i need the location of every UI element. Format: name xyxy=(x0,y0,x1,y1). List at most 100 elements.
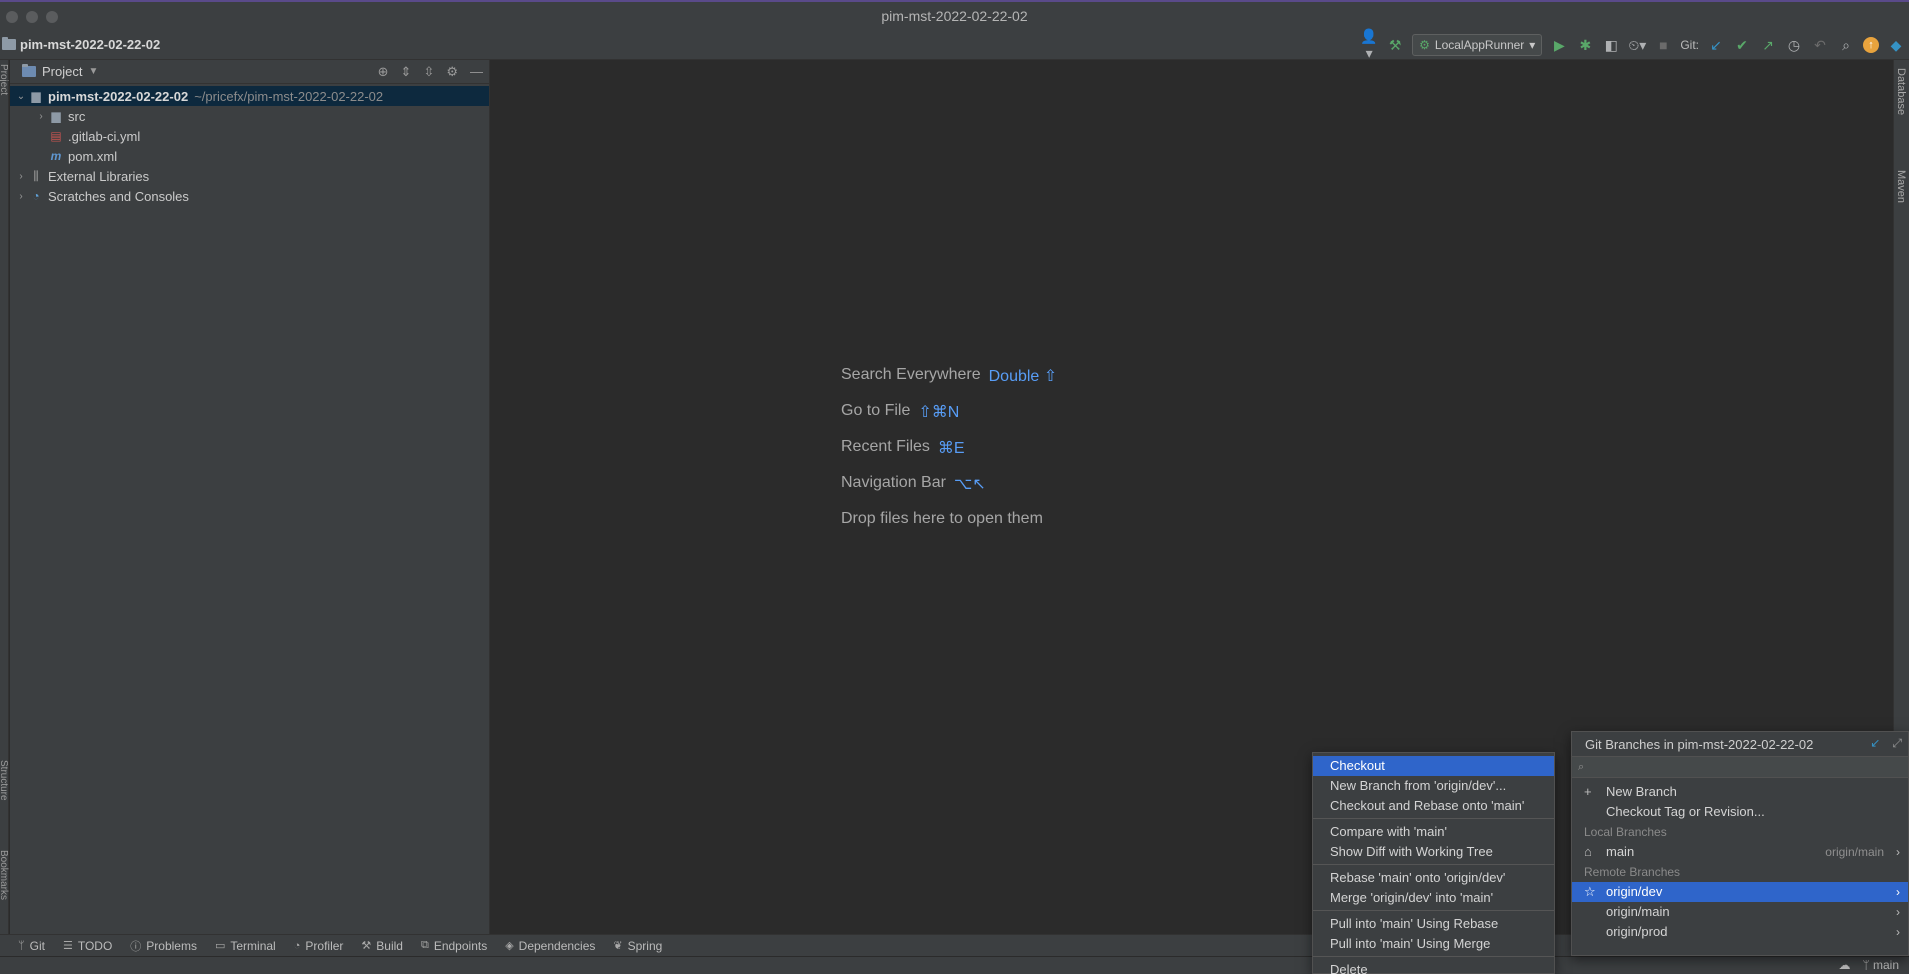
project-panel-header: Project ▼ ⊕ ⇕ ⇳ ⚙ — xyxy=(10,60,489,84)
git-rollback-icon[interactable]: ↶ xyxy=(1811,37,1829,54)
ide-logo-icon[interactable]: ◆ xyxy=(1887,37,1905,54)
chevron-right-icon[interactable]: › xyxy=(14,191,28,202)
plus-icon: + xyxy=(1584,784,1592,799)
updates-icon[interactable]: ↑ xyxy=(1863,37,1879,53)
bookmarks-tool-tab[interactable]: Bookmarks xyxy=(0,850,9,900)
terminal-icon: ▭ xyxy=(214,940,226,952)
list-icon: ☰ xyxy=(62,940,73,952)
hint-recent-files: Recent Files ⌘E xyxy=(841,438,965,457)
menu-rebase[interactable]: Rebase 'main' onto 'origin/dev' xyxy=(1313,868,1554,888)
debug-icon[interactable]: ✱ xyxy=(1576,37,1594,54)
tag-icon: ⌂ xyxy=(1584,844,1592,859)
stop-icon[interactable]: ■ xyxy=(1654,37,1672,53)
hide-icon[interactable]: — xyxy=(470,64,483,80)
git-history-icon[interactable]: ◷ xyxy=(1785,37,1803,54)
menu-delete[interactable]: Delete xyxy=(1313,960,1554,974)
tool-tab-profiler[interactable]: ◔ Profiler xyxy=(294,939,344,953)
remote-branch-origin-prod[interactable]: origin/prod › xyxy=(1572,922,1908,942)
remote-branches-header: Remote Branches xyxy=(1584,865,1681,879)
maven-tool-tab[interactable]: Maven xyxy=(1895,170,1907,203)
tool-tab-git[interactable]: ᛘ Git xyxy=(18,939,45,953)
minimize-window-button[interactable] xyxy=(26,11,38,23)
tool-tab-todo[interactable]: ☰ TODO xyxy=(63,939,112,953)
zoom-window-button[interactable] xyxy=(46,11,58,23)
menu-checkout[interactable]: Checkout xyxy=(1313,756,1554,776)
menu-separator xyxy=(1313,818,1554,819)
collapse-all-icon[interactable]: ⇳ xyxy=(423,64,434,80)
git-branch-widget[interactable]: ᛘ main xyxy=(1862,958,1899,972)
git-push-icon[interactable]: ↗ xyxy=(1759,37,1777,54)
profile-icon[interactable]: ⏲▾ xyxy=(1628,37,1646,54)
chevron-right-icon[interactable]: › xyxy=(14,171,28,182)
database-tool-tab[interactable]: Database xyxy=(1895,68,1907,115)
library-icon: ⫼ xyxy=(33,168,39,183)
hammer-icon: ⚒ xyxy=(361,940,372,952)
run-configuration-select[interactable]: ⚙ LocalAppRunner ▾ xyxy=(1412,34,1543,56)
chevron-down-icon[interactable]: ⌄ xyxy=(14,91,28,102)
tree-item-gitlab-ci[interactable]: ▤ .gitlab-ci.yml xyxy=(10,126,489,146)
yaml-file-icon: ▤ xyxy=(50,129,62,143)
status-widgets: ☁ ᛘ main xyxy=(1838,958,1899,972)
tool-tab-build[interactable]: ⚒ Build xyxy=(361,939,403,953)
coverage-icon[interactable]: ◧ xyxy=(1602,37,1620,54)
chevron-right-icon: › xyxy=(1896,905,1900,919)
hint-search-everywhere: Search Everywhere Double ⇧ xyxy=(841,366,1058,385)
expand-popup-icon[interactable]: ⤢ xyxy=(1892,736,1902,751)
structure-tool-tab[interactable]: Structure xyxy=(0,760,9,801)
remote-branch-origin-dev[interactable]: ☆ origin/dev › xyxy=(1572,882,1908,902)
menu-compare-with[interactable]: Compare with 'main' xyxy=(1313,822,1554,842)
hint-drop-files: Drop files here to open them xyxy=(841,510,1043,527)
close-window-button[interactable] xyxy=(6,11,18,23)
fetch-icon[interactable]: ↙ xyxy=(1870,736,1880,751)
chevron-right-icon: › xyxy=(1896,845,1900,859)
menu-pull-rebase[interactable]: Pull into 'main' Using Rebase xyxy=(1313,914,1554,934)
tree-item-external-libraries[interactable]: › ⫼ External Libraries xyxy=(10,166,489,186)
tool-tab-problems[interactable]: ⓘ Problems xyxy=(130,938,197,954)
tree-item-src[interactable]: › ▆ src xyxy=(10,106,489,126)
layers-icon: ◈ xyxy=(505,940,514,952)
run-icon[interactable]: ▶ xyxy=(1550,37,1568,54)
menu-checkout-and-rebase[interactable]: Checkout and Rebase onto 'main' xyxy=(1313,796,1554,816)
folder-icon xyxy=(2,37,16,50)
tree-item-pom[interactable]: m pom.xml xyxy=(10,146,489,166)
menu-new-branch-from[interactable]: New Branch from 'origin/dev'... xyxy=(1313,776,1554,796)
tree-item-scratches[interactable]: › ◔ Scratches and Consoles xyxy=(10,186,489,206)
tool-tab-spring[interactable]: ❦ Spring xyxy=(613,939,662,953)
user-icon[interactable]: 👤▾ xyxy=(1360,28,1378,62)
menu-separator xyxy=(1313,864,1554,865)
chevron-right-icon: › xyxy=(1896,925,1900,939)
git-update-icon[interactable]: ↙ xyxy=(1707,37,1725,54)
gear-icon[interactable]: ⚙ xyxy=(446,64,458,80)
branch-context-menu: Checkout New Branch from 'origin/dev'...… xyxy=(1312,752,1555,974)
chevron-down-icon: ▾ xyxy=(1529,38,1536,52)
breadcrumb-project[interactable]: pim-mst-2022-02-22-02 xyxy=(0,37,160,52)
sync-icon[interactable]: ☁ xyxy=(1838,958,1850,972)
chevron-down-icon[interactable]: ▼ xyxy=(88,66,98,77)
search-icon[interactable]: ⌕ xyxy=(1837,37,1855,54)
info-icon: ⓘ xyxy=(130,940,142,953)
project-panel-tools: ⊕ ⇕ ⇳ ⚙ — xyxy=(378,64,483,80)
checkout-tag-item[interactable]: Checkout Tag or Revision... xyxy=(1572,802,1908,822)
tool-tab-terminal[interactable]: ▭ Terminal xyxy=(215,939,276,953)
new-branch-item[interactable]: + New Branch xyxy=(1572,782,1908,802)
git-commit-icon[interactable]: ✔ xyxy=(1733,37,1751,54)
menu-merge[interactable]: Merge 'origin/dev' into 'main' xyxy=(1313,888,1554,908)
chevron-right-icon[interactable]: › xyxy=(34,111,48,122)
project-view-icon xyxy=(22,64,36,77)
build-hammer-icon[interactable]: ⚒ xyxy=(1386,37,1404,54)
tool-tab-endpoints[interactable]: ⧉ Endpoints xyxy=(421,939,487,953)
locate-icon[interactable]: ⊕ xyxy=(378,64,389,80)
menu-pull-merge[interactable]: Pull into 'main' Using Merge xyxy=(1313,934,1554,954)
menu-separator xyxy=(1313,956,1554,957)
window-title: pim-mst-2022-02-22-02 xyxy=(881,8,1028,24)
branch-icon: ᛘ xyxy=(1862,958,1873,972)
branches-search-input[interactable]: ⌕ xyxy=(1572,756,1908,778)
menu-show-diff[interactable]: Show Diff with Working Tree xyxy=(1313,842,1554,862)
expand-all-icon[interactable]: ⇕ xyxy=(401,64,412,80)
local-branch-main[interactable]: ⌂ main origin/main › xyxy=(1572,842,1908,862)
folder-icon: ▆ xyxy=(51,109,61,123)
tree-item-root[interactable]: ⌄ ▆ pim-mst-2022-02-22-02 ~/pricefx/pim-… xyxy=(10,86,489,106)
tool-tab-dependencies[interactable]: ◈ Dependencies xyxy=(505,939,595,953)
project-tool-tab[interactable]: Project xyxy=(0,64,9,95)
remote-branch-origin-main[interactable]: origin/main › xyxy=(1572,902,1908,922)
